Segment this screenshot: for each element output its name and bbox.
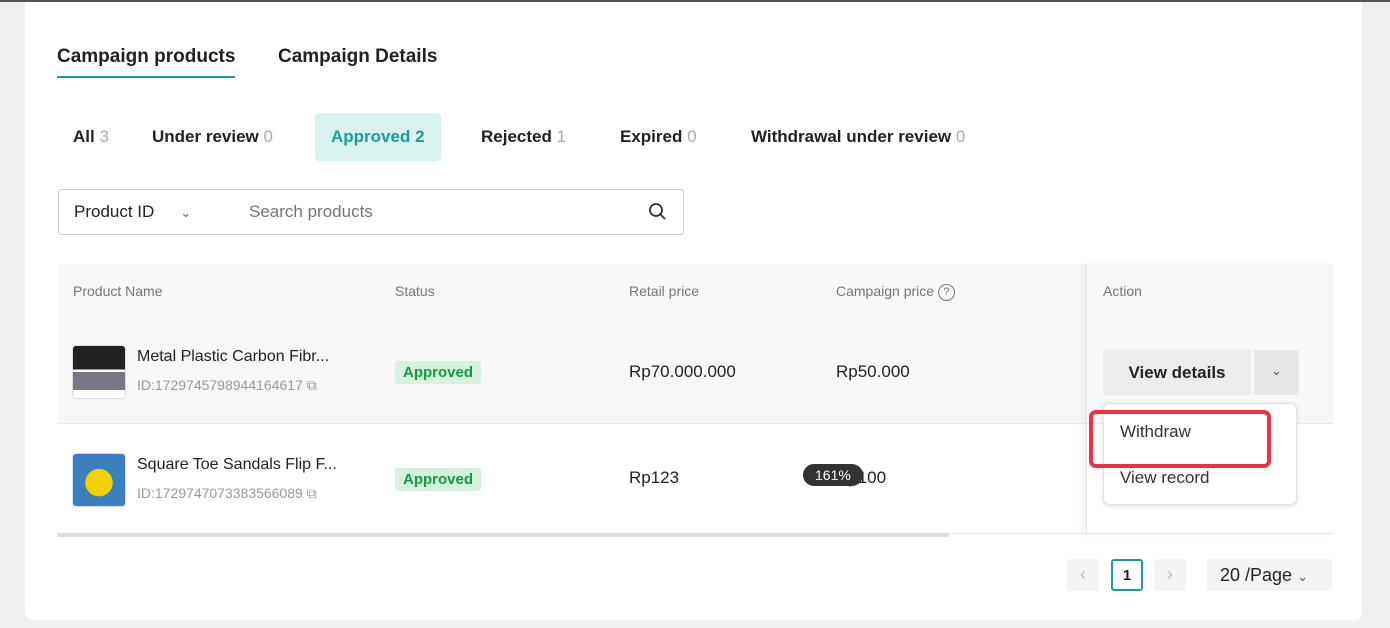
copy-icon[interactable]: ⧉ (307, 377, 317, 393)
page-size-label: 20 /Page (1220, 565, 1293, 585)
tab-campaign-products[interactable]: Campaign products (57, 46, 236, 78)
filter-expired[interactable]: Expired 0 (604, 113, 713, 161)
search-field-label: Product ID (74, 202, 155, 221)
product-name[interactable]: Metal Plastic Carbon Fibr... (137, 348, 329, 366)
retail-price: Rp70.000.000 (629, 362, 736, 381)
highlight-box (1089, 410, 1271, 468)
col-campaign-price: Campaign price ? (836, 283, 955, 301)
filter-label: All (73, 127, 95, 146)
help-icon[interactable]: ? (937, 283, 955, 301)
filter-label: Rejected (481, 127, 552, 146)
filter-label: Expired (620, 127, 683, 146)
status-badge: Approved (395, 361, 482, 384)
product-id: ID:1729745798944164617 ⧉ (137, 377, 317, 394)
copy-icon[interactable]: ⧉ (307, 485, 317, 501)
filter-label: Under review (152, 127, 259, 146)
retail-price: Rp123 (629, 468, 680, 487)
product-thumbnail (72, 345, 126, 399)
filter-label: Approved (331, 127, 411, 146)
chevron-left-icon: ‹ (1080, 564, 1086, 584)
filter-count: 1 (556, 127, 567, 146)
col-action: Action (1103, 283, 1142, 299)
search-input[interactable] (249, 198, 629, 226)
search-bar: Product ID ⌄ (58, 189, 684, 235)
product-id: ID:1729747073383566089 ⧉ (137, 485, 317, 502)
col-retail-price: Retail price (629, 283, 700, 299)
filter-count: 0 (955, 127, 966, 146)
filter-count: 3 (99, 127, 109, 146)
product-id-text: ID:1729747073383566089 (137, 485, 303, 501)
filter-withdrawal-under-review[interactable]: Withdrawal under review 0 (735, 113, 981, 161)
campaign-price: Rp50.000 (836, 362, 910, 381)
product-name[interactable]: Square Toe Sandals Flip F... (137, 456, 337, 474)
menu-item-view-record[interactable]: View record (1120, 468, 1209, 488)
search-icon[interactable] (648, 202, 668, 222)
filter-rejected[interactable]: Rejected 1 (465, 113, 582, 161)
status-badge: Approved (395, 468, 482, 491)
chevron-down-icon: ⌄ (180, 205, 192, 220)
view-details-button[interactable]: View details (1103, 350, 1251, 395)
zoom-level-badge: 161% (803, 464, 863, 486)
chevron-down-icon: ⌄ (1271, 363, 1282, 378)
page-size-select[interactable]: 20 /Page ⌄ (1207, 559, 1332, 591)
prev-page-button[interactable]: ‹ (1067, 559, 1099, 591)
horizontal-scrollbar[interactable] (57, 533, 949, 537)
tab-campaign-details[interactable]: Campaign Details (278, 46, 437, 68)
filter-approved[interactable]: Approved 2 (315, 113, 441, 161)
col-status: Status (395, 283, 435, 299)
filter-under-review[interactable]: Under review 0 (136, 113, 289, 161)
filter-count: 2 (415, 127, 425, 146)
filter-label: Withdrawal under review (751, 127, 952, 146)
more-actions-dropdown[interactable]: ⌄ (1254, 350, 1299, 395)
filter-count: 0 (687, 127, 697, 146)
col-label: Campaign price (836, 283, 935, 299)
filter-count: 0 (263, 127, 273, 146)
filter-all[interactable]: All 3 (57, 113, 125, 161)
chevron-down-icon: ⌄ (1297, 569, 1308, 584)
next-page-button[interactable]: › (1154, 559, 1186, 591)
product-id-text: ID:1729745798944164617 (137, 377, 303, 393)
search-field-select[interactable]: Product ID ⌄ (74, 202, 191, 222)
chevron-right-icon: › (1167, 564, 1173, 584)
page-1-button[interactable]: 1 (1111, 559, 1143, 591)
col-product-name: Product Name (73, 283, 163, 299)
product-thumbnail (72, 453, 126, 507)
